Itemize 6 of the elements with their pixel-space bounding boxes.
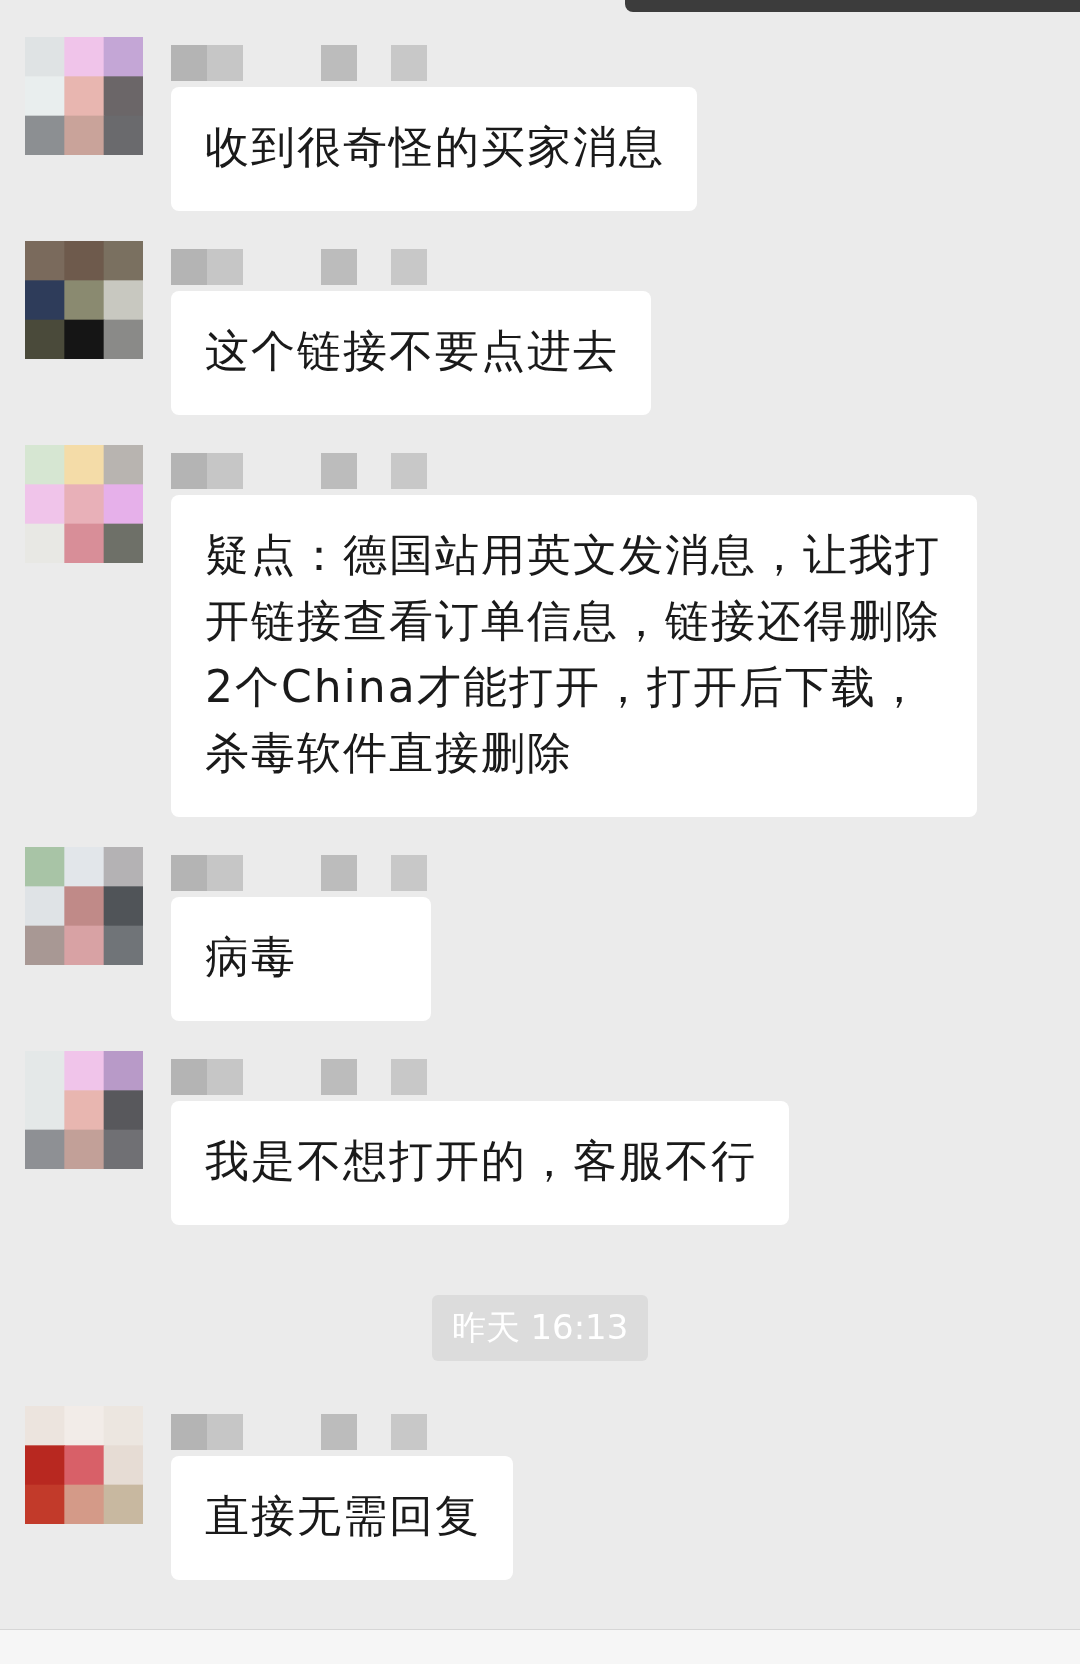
message-bubble: 这个链接不要点进去	[171, 291, 651, 415]
message-bubble: 疑点：德国站用英文发消息，让我打开链接查看订单信息，链接还得删除2个China才能打开，打开后下载，杀毒软件直接删除	[171, 495, 977, 817]
message-bubble: 直接无需回复	[171, 1456, 513, 1580]
message-bubble: 病毒	[171, 897, 431, 1021]
message-bubble: 我是不想打开的，客服不行	[171, 1101, 789, 1225]
message-bubble: 收到很奇怪的买家消息	[171, 87, 697, 211]
